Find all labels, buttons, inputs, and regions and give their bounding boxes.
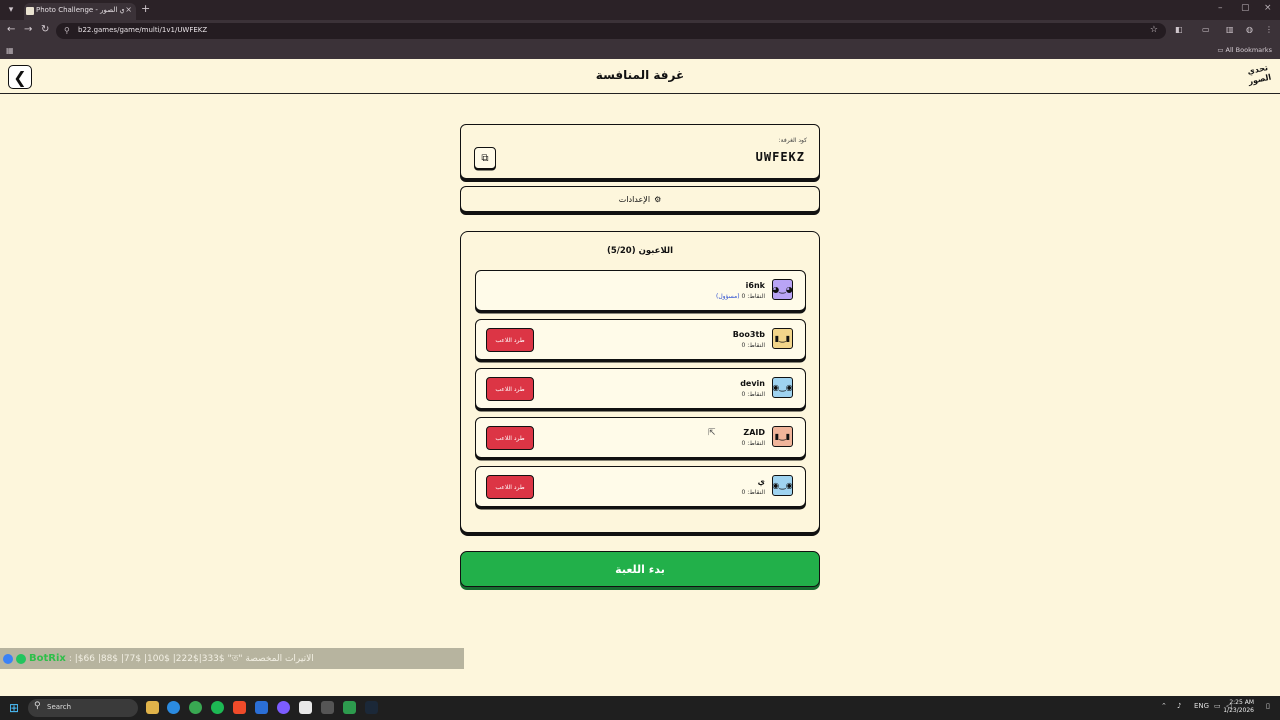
player-points: النقاط: 0	[741, 342, 765, 349]
cast-icon[interactable]: ▭	[1202, 25, 1210, 34]
tab-title: Photo Challenge - تحدي الصور	[36, 6, 124, 14]
app-header: ❮ غرفة المنافسة تحدي الصور	[0, 59, 1280, 94]
player-row: ◉‿◉ devin النقاط: 0 طرد اللاعب	[475, 368, 806, 409]
tray-overflow-icon[interactable]: ⌃	[1161, 702, 1167, 710]
url-text: b22.games/game/multi/1v1/UWFEKZ	[78, 26, 208, 34]
windows-start-icon[interactable]: ⊞	[9, 701, 19, 715]
spotify-icon[interactable]	[211, 701, 224, 714]
site-info-icon[interactable]: ⚲	[64, 26, 70, 35]
player-name: i6nk	[745, 281, 765, 290]
windows-taskbar: ⊞ ⚲ Search ⌃ ♪ ENG ▭ ◁ 2:25 AM 1/23/2026 …	[0, 696, 1280, 720]
players-panel: اللاعبون (5/20) ◕‿◕ i6nk النقاط: 0 (مسؤو…	[460, 231, 820, 533]
verified-icon	[16, 653, 26, 664]
logo[interactable]: تحدي الصور	[1244, 63, 1274, 90]
browser-tab[interactable]: Photo Challenge - تحدي الصور ×	[24, 3, 136, 20]
player-row: ◉‿◉ ي النقاط: 0 طرد اللاعب	[475, 466, 806, 507]
avatar: ◕‿◕	[772, 279, 793, 300]
all-bookmarks-link[interactable]: ▭ All Bookmarks	[1217, 46, 1272, 54]
start-game-button[interactable]: بدء اللعبة	[460, 551, 820, 587]
clock[interactable]: 2:25 AM 1/23/2026	[1223, 699, 1254, 715]
network-icon[interactable]: ▭	[1214, 702, 1221, 710]
menu-icon[interactable]: ⋮	[1265, 25, 1273, 34]
tab-search-button[interactable]: ▾	[4, 3, 18, 17]
player-row: ◕‿◕ i6nk النقاط: 0 (مسؤول)	[475, 270, 806, 311]
maximize-button[interactable]: ▢	[1241, 3, 1250, 13]
player-name: Boo3tb	[732, 330, 765, 339]
search-label: Search	[47, 703, 72, 711]
profile-icon[interactable]: ◍	[1246, 25, 1253, 34]
kick-player-button[interactable]: طرد اللاعب	[486, 328, 534, 352]
taskbar-search[interactable]: ⚲ Search	[28, 699, 138, 717]
microphone-icon[interactable]: ♪	[1177, 702, 1181, 710]
all-bookmarks-label: All Bookmarks	[1225, 46, 1272, 54]
avatar: ▮‿▮	[772, 328, 793, 349]
chrome-icon[interactable]	[189, 701, 202, 714]
page-title: غرفة المنافسة	[595, 68, 685, 82]
window-close-button[interactable]: ×	[1264, 3, 1272, 13]
kick-player-button[interactable]: طرد اللاعب	[486, 475, 534, 499]
room-code-label: كود الغرفة:	[778, 137, 807, 144]
obs-icon[interactable]	[299, 701, 312, 714]
avatar: ▮‿▮	[772, 426, 793, 447]
player-points: النقاط: 0	[741, 489, 765, 496]
new-tab-button[interactable]: +	[141, 2, 150, 15]
tab-close-icon[interactable]: ×	[125, 5, 132, 14]
clock-date: 1/23/2026	[1223, 707, 1254, 714]
bookmark-star-icon[interactable]: ☆	[1150, 25, 1158, 35]
ticker-text: : |$66 |88$ |77$ |100$ |222$|333$ "ত" ال…	[68, 654, 314, 664]
terminal-icon[interactable]	[321, 701, 334, 714]
avatar: ◉‿◉	[772, 475, 793, 496]
notifications-icon[interactable]: ▯	[1266, 702, 1270, 710]
player-points: النقاط: 0 (مسؤول)	[716, 293, 765, 300]
search-icon: ⚲	[34, 701, 41, 711]
brave-icon[interactable]	[233, 701, 246, 714]
host-badge: (مسؤول)	[715, 293, 740, 300]
reload-icon[interactable]: ↻	[41, 24, 49, 35]
apps-icon[interactable]: ▦	[6, 46, 14, 55]
browser-tab-strip: ▾ Photo Challenge - تحدي الصور × + – ▢ ×	[0, 0, 1280, 20]
sidebar-icon[interactable]: ▥	[1226, 25, 1234, 34]
steam-icon[interactable]	[365, 701, 378, 714]
tab-favicon-icon	[26, 7, 34, 15]
file-explorer-icon[interactable]	[146, 701, 159, 714]
mouse-cursor-icon: ⇱	[708, 428, 716, 438]
player-row: ▮‿▮ ZAID النقاط: 0 طرد اللاعب	[475, 417, 806, 458]
player-name: devin	[740, 379, 765, 388]
settings-button[interactable]: ⚙ الإعدادات	[460, 186, 820, 212]
forward-nav-icon[interactable]: →	[24, 24, 32, 35]
player-points: النقاط: 0	[741, 391, 765, 398]
back-nav-icon[interactable]: ←	[7, 24, 15, 35]
discord-icon[interactable]	[277, 701, 290, 714]
player-points: النقاط: 0	[741, 440, 765, 447]
player-row: ▮‿▮ Boo3tb النقاط: 0 طرد اللاعب	[475, 319, 806, 360]
room-code: UWFEKZ	[755, 150, 805, 164]
clock-time: 2:25 AM	[1229, 699, 1254, 706]
bookmarks-bar: ▦ ▭ All Bookmarks	[0, 42, 1280, 59]
address-bar: ← → ↻ ⚲ b22.games/game/multi/1v1/UWFEKZ …	[0, 20, 1280, 42]
copy-icon: ⧉	[481, 152, 489, 164]
points-text: النقاط: 0	[741, 293, 765, 300]
kick-player-button[interactable]: طرد اللاعب	[486, 426, 534, 450]
folder-icon: ▭	[1217, 46, 1226, 54]
botrix-logo-icon	[3, 653, 13, 664]
app-icon[interactable]	[255, 701, 268, 714]
minimize-button[interactable]: –	[1218, 3, 1223, 13]
url-field[interactable]: ⚲ b22.games/game/multi/1v1/UWFEKZ ☆	[56, 23, 1166, 39]
extensions-icon[interactable]: ◧	[1175, 25, 1183, 34]
gear-icon: ⚙	[654, 194, 662, 204]
kick-player-button[interactable]: طرد اللاعب	[486, 377, 534, 401]
copy-code-button[interactable]: ⧉	[474, 147, 496, 169]
player-name: ي	[757, 477, 765, 486]
player-name: ZAID	[743, 428, 765, 437]
settings-label: الإعدادات	[618, 194, 651, 204]
edge-icon[interactable]	[167, 701, 180, 714]
chat-ticker: BotRix : |$66 |88$ |77$ |100$ |222$|333$…	[0, 648, 464, 669]
room-code-card: كود الغرفة: UWFEKZ ⧉	[460, 124, 820, 179]
game-icon[interactable]	[343, 701, 356, 714]
players-title: اللاعبون (5/20)	[606, 246, 673, 256]
language-indicator[interactable]: ENG	[1194, 702, 1209, 710]
ticker-brand: BotRix	[29, 653, 66, 664]
avatar: ◉‿◉	[772, 377, 793, 398]
